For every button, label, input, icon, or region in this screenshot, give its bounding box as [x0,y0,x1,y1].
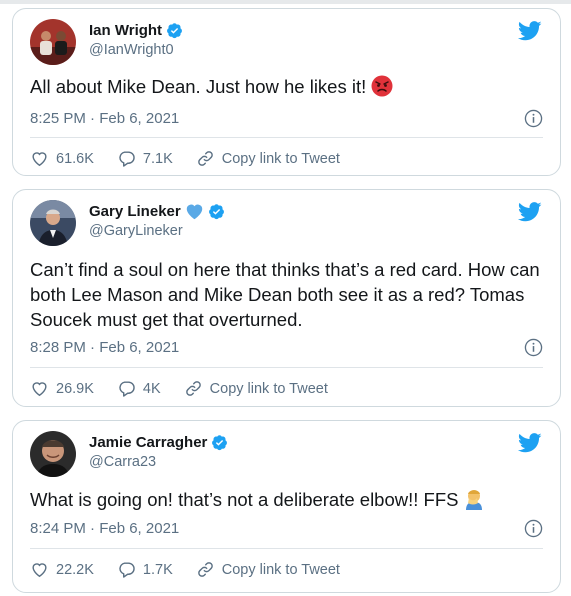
reply-icon [119,151,135,167]
verified-badge-icon [208,204,224,220]
reply-button[interactable]: 1.7K [117,560,173,579]
reply-count: 1.7K [142,561,173,578]
info-icon[interactable] [524,338,543,357]
user-handle[interactable]: @GaryLineker [89,223,183,239]
reply-count: 4K [142,380,161,397]
tweet-card[interactable]: Jamie Carragher @Carra23 What is going o… [12,420,561,593]
tweet-timestamp[interactable]: 8:28 PM · Feb 6, 2021 [30,339,179,356]
like-button[interactable]: 61.6K [30,149,94,168]
display-name[interactable]: Gary Lineker [89,203,181,220]
divider [30,548,543,549]
reply-button[interactable]: 7.1K [117,149,173,168]
tweet-card[interactable]: Ian Wright @IanWright0 All about Mike De… [12,8,561,176]
link-icon [185,381,201,396]
heart-icon [32,382,47,397]
top-edge-strip [0,0,571,4]
like-button[interactable]: 26.9K [30,379,94,398]
tweet-timestamp[interactable]: 8:24 PM · Feb 6, 2021 [30,520,179,537]
avatar[interactable] [30,200,76,246]
like-count: 61.6K [56,150,94,167]
display-name[interactable]: Jamie Carragher [89,434,207,451]
tweet-timestamp[interactable]: 8:25 PM · Feb 6, 2021 [30,110,179,127]
like-button[interactable]: 22.2K [30,560,94,579]
verified-badge-icon [212,435,228,451]
info-icon[interactable] [524,519,543,538]
heart-icon [32,563,47,578]
tweet-text: All about Mike Dean. Just how he likes i… [30,74,543,99]
twitter-bird-icon[interactable] [518,202,542,222]
copy-link-button[interactable]: Copy link to Tweet [184,379,328,398]
twitter-bird-icon[interactable] [518,21,542,41]
info-icon[interactable] [524,109,543,128]
reply-count: 7.1K [142,150,173,167]
reply-button[interactable]: 4K [117,379,161,398]
pouting-face-icon [371,75,393,97]
avatar[interactable] [30,431,76,477]
avatar[interactable] [30,19,76,65]
tweet-actions: 26.9K 4K Copy link to Tweet [30,379,328,398]
divider [30,367,543,368]
link-icon [197,151,213,166]
twitter-bird-icon[interactable] [518,433,542,453]
reply-icon [119,562,135,578]
like-count: 22.2K [56,561,94,578]
tweet-card[interactable]: Gary Lineker @GaryLineker Can’t find a s… [12,189,561,407]
user-handle[interactable]: @Carra23 [89,454,156,470]
copy-link-label: Copy link to Tweet [221,561,340,578]
blue-heart-icon [186,204,202,220]
tweet-text: Can’t find a soul on here that thinks th… [30,259,540,330]
like-count: 26.9K [56,380,94,397]
display-name[interactable]: Ian Wright [89,22,162,39]
copy-link-button[interactable]: Copy link to Tweet [196,560,340,579]
copy-link-label: Copy link to Tweet [209,380,328,397]
verified-badge-icon [167,23,182,39]
person-facepalming-icon [465,490,482,510]
copy-link-label: Copy link to Tweet [221,150,340,167]
link-icon [197,562,213,577]
tweet-actions: 61.6K 7.1K Copy link to Tweet [30,149,340,168]
user-handle[interactable]: @IanWright0 [89,42,174,58]
tweet-text: What is going on! that’s not a deliberat… [30,487,543,512]
divider [30,137,543,138]
reply-icon [119,381,135,397]
copy-link-button[interactable]: Copy link to Tweet [196,149,340,168]
heart-icon [32,152,47,167]
tweet-actions: 22.2K 1.7K Copy link to Tweet [30,560,340,579]
